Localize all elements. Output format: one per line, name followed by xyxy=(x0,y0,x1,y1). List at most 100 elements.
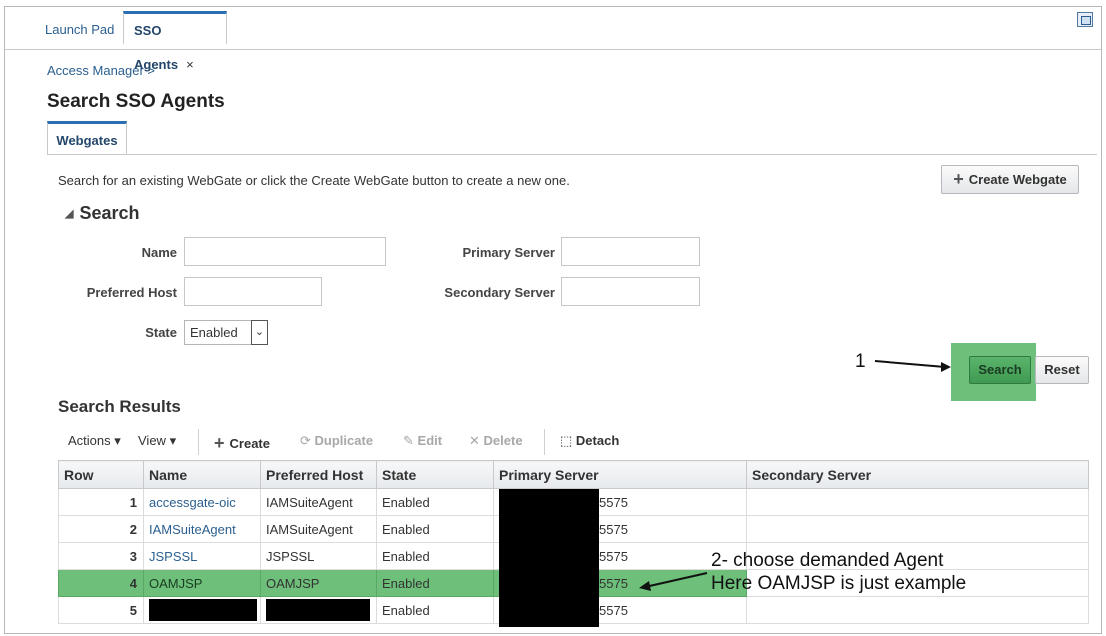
delete-button[interactable]: ✕ Delete xyxy=(469,433,523,449)
state-select[interactable]: Enabled ⌄ xyxy=(184,320,268,345)
col-header-state[interactable]: State xyxy=(376,460,494,489)
toolbar-separator xyxy=(544,429,545,455)
secondary-server-label: Secondary Server xyxy=(444,285,555,300)
search-header-label: Search xyxy=(79,203,140,223)
chevron-down-icon[interactable]: ⌄ xyxy=(251,320,268,345)
collapse-triangle-icon: ◢ xyxy=(65,208,74,220)
agent-name-cell: IAMSuiteAgent xyxy=(143,515,261,543)
row-number: 3 xyxy=(58,542,144,570)
primary-server-value: 5575 xyxy=(599,521,628,537)
agent-name-link[interactable]: OAMJSP xyxy=(149,576,202,591)
tab-launch-pad[interactable]: Launch Pad xyxy=(37,13,122,47)
create-label: Create xyxy=(229,436,270,451)
delete-label: Delete xyxy=(483,433,523,448)
row-number: 2 xyxy=(58,515,144,543)
state-cell: Enabled xyxy=(376,596,494,624)
duplicate-button[interactable]: ⟳ Duplicate xyxy=(300,433,373,449)
help-text: Search for an existing WebGate or click … xyxy=(58,173,570,188)
table-header-row: Row Name Preferred Host State Primary Se… xyxy=(58,460,1089,489)
col-header-row[interactable]: Row xyxy=(58,460,144,489)
agent-name-link[interactable]: accessgate-oic xyxy=(149,495,236,510)
toolbar-separator xyxy=(198,429,199,455)
chevron-down-icon: ▾ xyxy=(169,433,177,448)
search-section-header[interactable]: ◢ Search xyxy=(65,203,140,224)
preferred-host-cell: IAMSuiteAgent xyxy=(260,515,377,543)
breadcrumb[interactable]: Access Manager > xyxy=(47,63,155,78)
chevron-down-icon: ▾ xyxy=(114,433,121,448)
agent-name-cell: OAMJSP xyxy=(143,569,261,597)
redacted-block xyxy=(266,599,370,621)
state-label: State xyxy=(145,325,177,340)
actions-menu[interactable]: Actions ▾ xyxy=(68,433,121,449)
divider xyxy=(47,154,1097,155)
primary-server-input[interactable] xyxy=(561,237,700,266)
primary-server-value: 5575 xyxy=(599,602,628,618)
view-menu[interactable]: View ▾ xyxy=(138,433,176,449)
col-header-secondary-server[interactable]: Secondary Server xyxy=(746,460,1089,489)
annotation-step2-line1: 2- choose demanded Agent xyxy=(711,550,944,571)
tab-webgates[interactable]: Webgates xyxy=(47,121,127,155)
duplicate-label: Duplicate xyxy=(314,433,374,448)
col-header-name[interactable]: Name xyxy=(143,460,261,489)
redacted-block xyxy=(149,599,257,621)
agent-name-cell: JSPSSL xyxy=(143,542,261,570)
row-number: 5 xyxy=(58,596,144,624)
agent-name-cell: accessgate-oic xyxy=(143,488,261,516)
edit-button[interactable]: ✎ Edit xyxy=(403,433,442,449)
close-icon[interactable]: × xyxy=(186,57,194,72)
primary-server-value: 5575 xyxy=(599,548,628,564)
secondary-server-cell xyxy=(746,515,1089,543)
plus-icon: + xyxy=(214,433,225,453)
search-button[interactable]: Search xyxy=(969,356,1031,384)
edit-label: Edit xyxy=(417,433,443,448)
sso-agents-window: Launch Pad SSO Agents × Access Manager > … xyxy=(4,6,1102,634)
primary-server-label: Primary Server xyxy=(462,245,555,260)
secondary-server-cell xyxy=(746,596,1089,624)
preferred-host-label: Preferred Host xyxy=(86,285,177,300)
window-restore-icon[interactable] xyxy=(1077,12,1093,27)
annotation-step2-line2: Here OAMJSP is just example xyxy=(711,573,967,594)
preferred-host-cell: OAMJSP xyxy=(260,569,377,597)
create-webgate-label: Create Webgate xyxy=(968,172,1067,187)
create-button[interactable]: + Create xyxy=(214,433,270,454)
agent-name-link[interactable]: JSPSSL xyxy=(149,549,197,564)
redacted-block xyxy=(499,489,599,627)
state-cell: Enabled xyxy=(376,488,494,516)
preferred-host-cell: IAMSuiteAgent xyxy=(260,488,377,516)
detach-button[interactable]: ⬚ Detach xyxy=(560,433,619,449)
reset-button[interactable]: Reset xyxy=(1035,356,1089,384)
secondary-server-input[interactable] xyxy=(561,277,700,306)
annotation-arrow-2 xyxy=(639,572,708,591)
primary-server-value: 5575 xyxy=(599,575,628,591)
tab-bar: Launch Pad SSO Agents × xyxy=(5,7,1101,72)
row-number: 1 xyxy=(58,488,144,516)
name-input[interactable] xyxy=(184,237,386,266)
state-cell: Enabled xyxy=(376,569,494,597)
row-number: 4 xyxy=(58,569,144,597)
preferred-host-cell: JSPSSL xyxy=(260,542,377,570)
pencil-icon: ✎ xyxy=(403,433,414,448)
state-value: Enabled xyxy=(190,325,238,340)
secondary-server-cell xyxy=(746,488,1089,516)
duplicate-icon: ⟳ xyxy=(300,433,311,448)
state-cell: Enabled xyxy=(376,515,494,543)
actions-label: Actions xyxy=(68,433,111,448)
agent-name-link[interactable]: IAMSuiteAgent xyxy=(149,522,236,537)
primary-server-value: 5575 xyxy=(599,494,628,510)
detach-icon: ⬚ xyxy=(560,433,573,448)
annotation-step2: 2- choose demanded Agent Here OAMJSP is … xyxy=(711,549,966,595)
delete-x-icon: ✕ xyxy=(469,433,480,448)
preferred-host-input[interactable] xyxy=(184,277,322,306)
col-header-primary-server[interactable]: Primary Server xyxy=(493,460,747,489)
tab-sso-agents[interactable]: SSO Agents × xyxy=(123,11,227,72)
create-webgate-button[interactable]: + Create Webgate xyxy=(941,165,1079,194)
col-header-preferred-host[interactable]: Preferred Host xyxy=(260,460,377,489)
annotation-step1: 1 xyxy=(855,351,866,372)
search-results-header: Search Results xyxy=(58,397,181,416)
preferred-host-cell xyxy=(260,596,377,624)
results-toolbar: Actions ▾ View ▾ + Create ⟳ Duplicate ✎ E… xyxy=(58,427,1088,457)
annotation-arrow-1 xyxy=(874,360,951,372)
page-title: Search SSO Agents xyxy=(47,91,225,112)
plus-icon: + xyxy=(953,169,964,189)
name-label: Name xyxy=(141,245,177,260)
